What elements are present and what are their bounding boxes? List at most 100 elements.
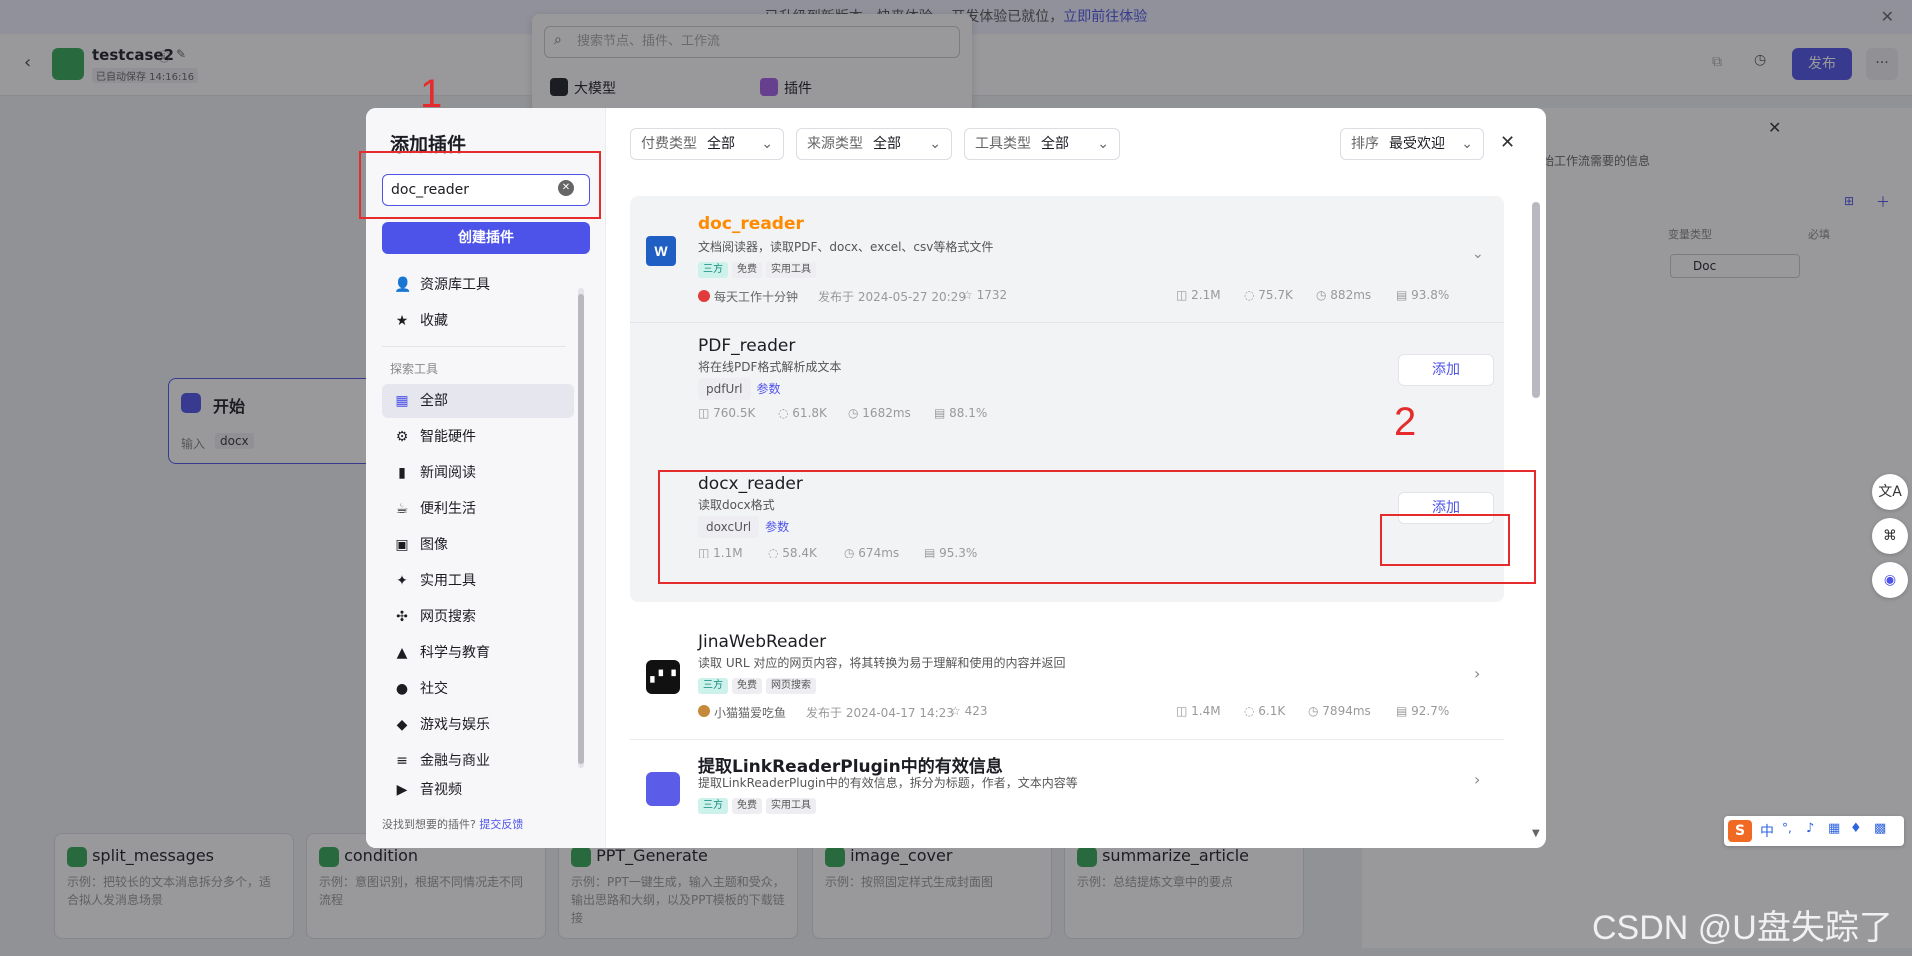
mic-icon[interactable]: ♪ [1806,821,1814,836]
category-item[interactable]: ✣ 网页搜索 [382,600,574,634]
tag: 免费 [732,262,762,278]
word-icon: W [646,236,676,266]
category-all[interactable]: ▦ 全部 [382,384,574,418]
star-count: ☆ 1732 [962,288,1008,302]
chip-icon: ⚙ [395,429,409,445]
tag: 免费 [732,798,762,814]
skin-icon[interactable]: ♦ [1850,821,1862,836]
category-label: 智能硬件 [420,429,476,445]
annotation-box-1 [359,151,601,219]
chevron-right-icon[interactable]: › [1474,664,1480,683]
tag: 实用工具 [766,798,816,814]
stat-latency: ◷ 882ms [1316,288,1372,302]
stat-latency: ◷ 7894ms [1308,704,1371,718]
filter-key: 付费类型 [641,136,697,152]
divider [630,322,1504,323]
cube-icon [646,772,680,806]
tag: 三方 [698,262,728,278]
nav-favorites[interactable]: ★ 收藏 [382,304,574,338]
filter-tool-type[interactable]: 工具类型 全部 ⌄ [964,128,1120,160]
add-button[interactable]: 添加 [1398,354,1494,386]
tag: 三方 [698,798,728,814]
sort-select[interactable]: 排序 最受欢迎 ⌄ [1340,128,1484,160]
star-value: 423 [964,704,988,718]
author-name: 小猫猫爱吃鱼 [714,706,787,720]
chevron-down-icon: ⌄ [929,136,941,152]
sort-key: 排序 [1351,136,1379,152]
stat-calls: ◌ 6.1K [1244,704,1286,718]
ime-toolbar: S 中 °, ♪ ▦ ♦ ▩ [1724,816,1904,846]
plugin-desc: 读取 URL 对应的网页内容，将其转换为易于理解和使用的内容并返回 [698,656,1066,670]
gamepad-icon: ◆ [396,717,408,733]
category-item[interactable]: ⚙ 智能硬件 [382,420,574,454]
plugin-name: JinaWebReader [698,632,827,652]
stat-value: 7894ms [1322,704,1371,718]
star-count: ☆ 423 [950,704,988,718]
stat-value: 92.7% [1411,704,1450,718]
publish-date: 发布于 2024-04-17 14:23 [806,706,954,720]
feedback-link[interactable]: 提交反馈 [479,818,523,831]
filter-source-type[interactable]: 来源类型 全部 ⌄ [796,128,952,160]
watermark: CSDN @U盘失踪了 [1592,909,1893,947]
author-name: 每天工作十分钟 [714,290,799,304]
sidebar-scrollbar[interactable] [578,288,584,768]
category-item[interactable]: ● 社交 [382,672,574,706]
grid-icon: ▦ [395,393,409,409]
collapse-icon[interactable]: ⌄ [1472,246,1484,262]
star-value: 1732 [976,288,1008,302]
translate-icon[interactable]: 文A [1872,474,1908,510]
annotation-box-2 [1380,514,1510,566]
apps-icon[interactable]: ⌘ [1872,518,1908,554]
ime-punct[interactable]: °, [1782,821,1792,835]
modal-close-icon[interactable]: ✕ [1500,132,1515,153]
tag: 免费 [732,678,762,694]
scroll-down-icon[interactable]: ▼ [1532,828,1540,839]
category-label: 图像 [420,537,448,553]
stat-calls: ◌ 75.7K [1244,288,1293,302]
toolbox-icon[interactable]: ▩ [1874,821,1886,836]
tags: 三方 免费 网页搜索 [698,676,820,694]
stat-value: 93.8% [1411,288,1450,302]
category-label: 便利生活 [420,501,476,517]
chevron-right-icon[interactable]: › [1474,770,1480,789]
plugin-card[interactable]: 提取LinkReaderPlugin中的有效信息 提取LinkReaderPlu… [630,740,1504,848]
chevron-down-icon: ⌄ [1461,136,1473,152]
category-item[interactable]: ≡ 金融与商业 [382,744,574,778]
wrench-icon: ✦ [396,573,408,589]
video-icon: ▶ [396,782,408,798]
stat-value: 760.5K [713,406,756,420]
category-item[interactable]: ▮ 新闻阅读 [382,456,574,490]
create-plugin-button[interactable]: 创建插件 [382,222,590,254]
category-item[interactable]: ▶ 音视频 [382,778,574,802]
assistant-icon[interactable]: ◉ [1872,562,1908,598]
plugin-desc: 文档阅读器，读取PDF、docx、excel、csv等格式文件 [698,240,994,254]
category-label: 金融与商业 [420,753,490,769]
category-item[interactable]: ✦ 实用工具 [382,564,574,598]
tags: 三方 免费 实用工具 [698,796,820,814]
tool-stat: ▤ 88.1% [934,406,988,420]
stat-value: 61.8K [792,406,827,420]
stat-value: 1682ms [862,406,911,420]
category-item[interactable]: ▲ 科学与教育 [382,636,574,670]
ime-lang[interactable]: 中 [1760,821,1774,841]
filter-pay-type[interactable]: 付费类型 全部 ⌄ [630,128,784,160]
nav-resource-tools[interactable]: 👤 资源库工具 [382,268,574,302]
list-scroll-thumb[interactable] [1532,202,1540,398]
filter-key: 工具类型 [975,136,1031,152]
keyboard-icon[interactable]: ▦ [1828,821,1840,836]
category-item[interactable]: ☕ 便利生活 [382,492,574,526]
user-icon: 👤 [394,277,412,293]
tool-name: PDF_reader [698,336,796,356]
category-item[interactable]: ▣ 图像 [382,528,574,562]
tool-stat: ◷ 1682ms [848,406,911,420]
sidebar-scroll-thumb[interactable] [578,294,584,764]
param-link[interactable]: 参数 [757,382,781,396]
category-item[interactable]: ◆ 游戏与娱乐 [382,708,574,742]
stat-uses: ◫ 2.1M [1176,288,1221,302]
plugin-card[interactable]: ▖▘▝ JinaWebReader 读取 URL 对应的网页内容，将其转换为易于… [630,620,1504,740]
plugin-name[interactable]: doc_reader [698,214,804,234]
tool-params: pdfUrl 参数 [698,378,781,400]
jina-logo-icon: ▖▘▝ [646,660,680,694]
footer: 没找到想要的插件? 提交反馈 [382,816,523,832]
stat-value: 1.4M [1191,704,1221,718]
